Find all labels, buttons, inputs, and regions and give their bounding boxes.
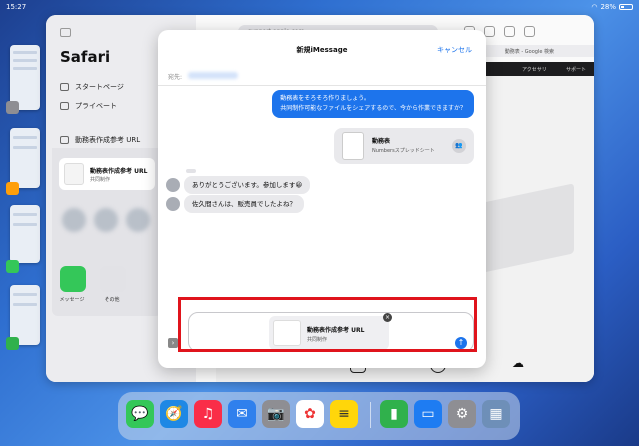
share-app-label: メッセージ: [59, 297, 85, 303]
sidebar-title: Safari: [60, 48, 111, 66]
dock-app-photos[interactable]: ✿: [296, 400, 324, 428]
cloud-icon: ☁: [512, 356, 524, 370]
battery-icon: [619, 4, 633, 10]
tab-group-icon: [60, 136, 69, 144]
share-app-messages[interactable]: [60, 266, 86, 292]
message-text: 動務表をそろそろ作りましょう。: [280, 95, 370, 102]
settings-icon: [6, 101, 19, 114]
photos-icon: [6, 182, 19, 195]
expand-apps-button[interactable]: ›: [168, 338, 178, 348]
share-app-label: その他: [104, 297, 120, 303]
dock-app-safari[interactable]: 🧭: [160, 400, 188, 428]
typing-indicator: [186, 169, 196, 173]
file-type: Numbersスプレッドシート: [372, 148, 435, 154]
avatar: [166, 197, 180, 211]
dock-app-library[interactable]: ▦: [482, 400, 510, 428]
wifi-icon: ◠: [591, 3, 598, 11]
sidebar-item-tab-group[interactable]: 動務表作成参考 URL: [60, 135, 140, 145]
sidebar-item-private[interactable]: プライベート: [60, 101, 117, 111]
share-sheet: 動務表作成参考 URL 共同制作 メッセージ その他: [52, 148, 162, 316]
collaborators-icon[interactable]: 👥: [452, 139, 466, 153]
dock-app-files[interactable]: ▭: [414, 400, 442, 428]
compose-header: 新規iMessage キャンセル: [158, 30, 486, 66]
message-text: 共同制作可能なファイルをシェアするので、今から作業できますか？: [280, 105, 466, 112]
contact-avatar[interactable]: [62, 208, 86, 232]
nav-item-accessories[interactable]: アクセサリ: [522, 66, 547, 73]
numbers-icon: [6, 337, 19, 350]
sidebar-item-label: スタートページ: [75, 83, 124, 91]
contact-avatar[interactable]: [94, 208, 118, 232]
shared-file-bubble[interactable]: 動務表 Numbersスプレッドシート 👥: [334, 128, 474, 164]
avatar: [166, 178, 180, 192]
recipient-chip[interactable]: [188, 72, 238, 79]
contact-avatar[interactable]: [126, 208, 150, 232]
status-indicators: ◠ 28%: [591, 3, 633, 11]
stage-app-thumbnail[interactable]: [10, 285, 40, 345]
numbers-file-thumbnail: [342, 132, 364, 160]
sidebar-item-label: プライベート: [75, 102, 117, 110]
tabs-overview-icon[interactable]: [524, 26, 535, 37]
dock-app-notes[interactable]: ≡: [330, 400, 358, 428]
share-card-sub: 共同制作: [90, 177, 111, 183]
dock-app-messages[interactable]: 💬: [126, 400, 154, 428]
received-message: ありがとうございます。参加します😀: [184, 176, 311, 194]
dock-app-mail[interactable]: ✉: [228, 400, 256, 428]
stage-app-thumbnail[interactable]: [10, 205, 40, 263]
sent-message: 動務表をそろそろ作りましょう。 共同制作可能なファイルをシェアするので、今から作…: [272, 90, 474, 118]
share-app-more[interactable]: [100, 266, 126, 292]
to-field[interactable]: 宛先:: [158, 66, 486, 86]
sidebar-item-label: 動務表作成参考 URL: [75, 136, 141, 144]
messages-icon: [6, 260, 19, 273]
nav-item-support[interactable]: サポート: [566, 66, 586, 73]
link-thumbnail: [64, 163, 84, 185]
dock-app-numbers[interactable]: ▮: [380, 400, 408, 428]
add-tab-icon[interactable]: [504, 26, 515, 37]
share-card-title: 動務表作成参考 URL: [90, 168, 148, 175]
start-page-icon: [60, 83, 69, 91]
status-time: 15:27: [6, 3, 27, 11]
dock-app-music[interactable]: ♫: [194, 400, 222, 428]
dock-app-settings[interactable]: ⚙: [448, 400, 476, 428]
tab-google-search[interactable]: 動務表 - Google 検索: [505, 48, 554, 55]
battery-percent: 28%: [600, 3, 616, 11]
sidebar-item-start-page[interactable]: スタートページ: [60, 82, 124, 92]
status-bar: 15:27 ◠ 28%: [0, 0, 639, 14]
file-name: 動務表: [372, 138, 391, 145]
share-card: 動務表作成参考 URL 共同制作: [59, 158, 155, 190]
dock-separator: [370, 402, 371, 428]
cancel-button[interactable]: キャンセル: [437, 45, 472, 55]
highlight-annotation: [178, 297, 477, 352]
stage-app-thumbnail[interactable]: [10, 128, 40, 188]
received-message: 佐久間さんは、販売員でしたよね？: [184, 195, 304, 213]
sidebar-toggle-icon[interactable]: [60, 28, 71, 37]
dock-app-camera[interactable]: 📷: [262, 400, 290, 428]
hand-icon: [60, 102, 69, 110]
to-label: 宛先:: [168, 74, 183, 81]
dock: 💬 🧭 ♫ ✉ 📷 ✿ ≡ ▮ ▭ ⚙ ▦: [118, 392, 520, 440]
